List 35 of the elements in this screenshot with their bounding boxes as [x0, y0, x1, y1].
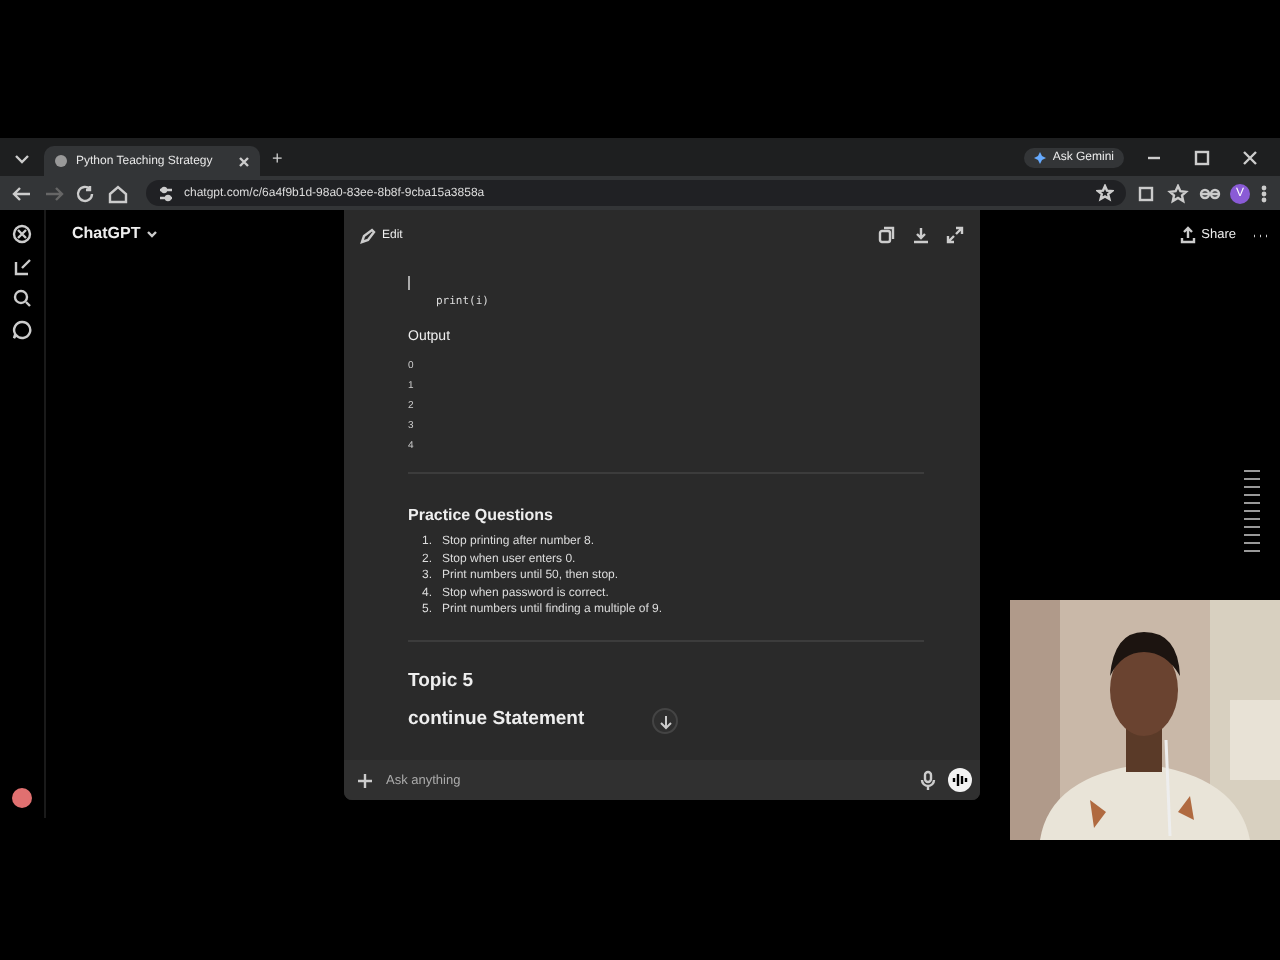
back-icon[interactable]	[10, 183, 34, 203]
download-icon[interactable]	[912, 226, 930, 244]
search-icon[interactable]	[12, 288, 32, 308]
site-icon	[54, 154, 68, 168]
site-info-icon	[158, 185, 174, 201]
text-cursor	[408, 276, 410, 290]
sound-wave-icon	[952, 772, 968, 788]
home-icon[interactable]	[106, 183, 130, 203]
model-selector[interactable]: ChatGPT	[72, 224, 141, 242]
more-icon[interactable]	[1258, 183, 1270, 203]
microphone-icon[interactable]	[920, 770, 936, 790]
extensions-icon[interactable]	[1134, 183, 1158, 203]
outline-minimap[interactable]	[1244, 470, 1260, 552]
new-chat-icon[interactable]	[12, 256, 32, 276]
arrow-down-icon	[657, 713, 673, 729]
copy-icon[interactable]	[878, 226, 896, 244]
topic-heading: Topic 5	[408, 670, 474, 692]
bookmarks-icon[interactable]	[1166, 183, 1190, 203]
reload-icon[interactable]	[74, 183, 98, 203]
voice-mode-button[interactable]	[948, 768, 972, 792]
sparkle-icon	[1034, 151, 1047, 163]
chat-bubble-icon[interactable]	[12, 320, 32, 340]
close-icon[interactable]	[238, 155, 250, 167]
topic-heading: continue Statement	[408, 708, 585, 730]
link-icon[interactable]	[1198, 183, 1222, 203]
section-heading: Practice Questions	[408, 506, 555, 524]
pencil-icon	[360, 227, 376, 243]
star-icon[interactable]	[1096, 184, 1114, 202]
expand-icon[interactable]	[946, 226, 964, 244]
user-avatar[interactable]	[12, 788, 32, 808]
new-tab-button[interactable]: +	[272, 147, 283, 167]
chevron-down-icon[interactable]	[146, 228, 159, 240]
plus-icon[interactable]	[356, 771, 374, 789]
share-icon	[1179, 226, 1196, 244]
scroll-down-button[interactable]	[652, 708, 678, 734]
